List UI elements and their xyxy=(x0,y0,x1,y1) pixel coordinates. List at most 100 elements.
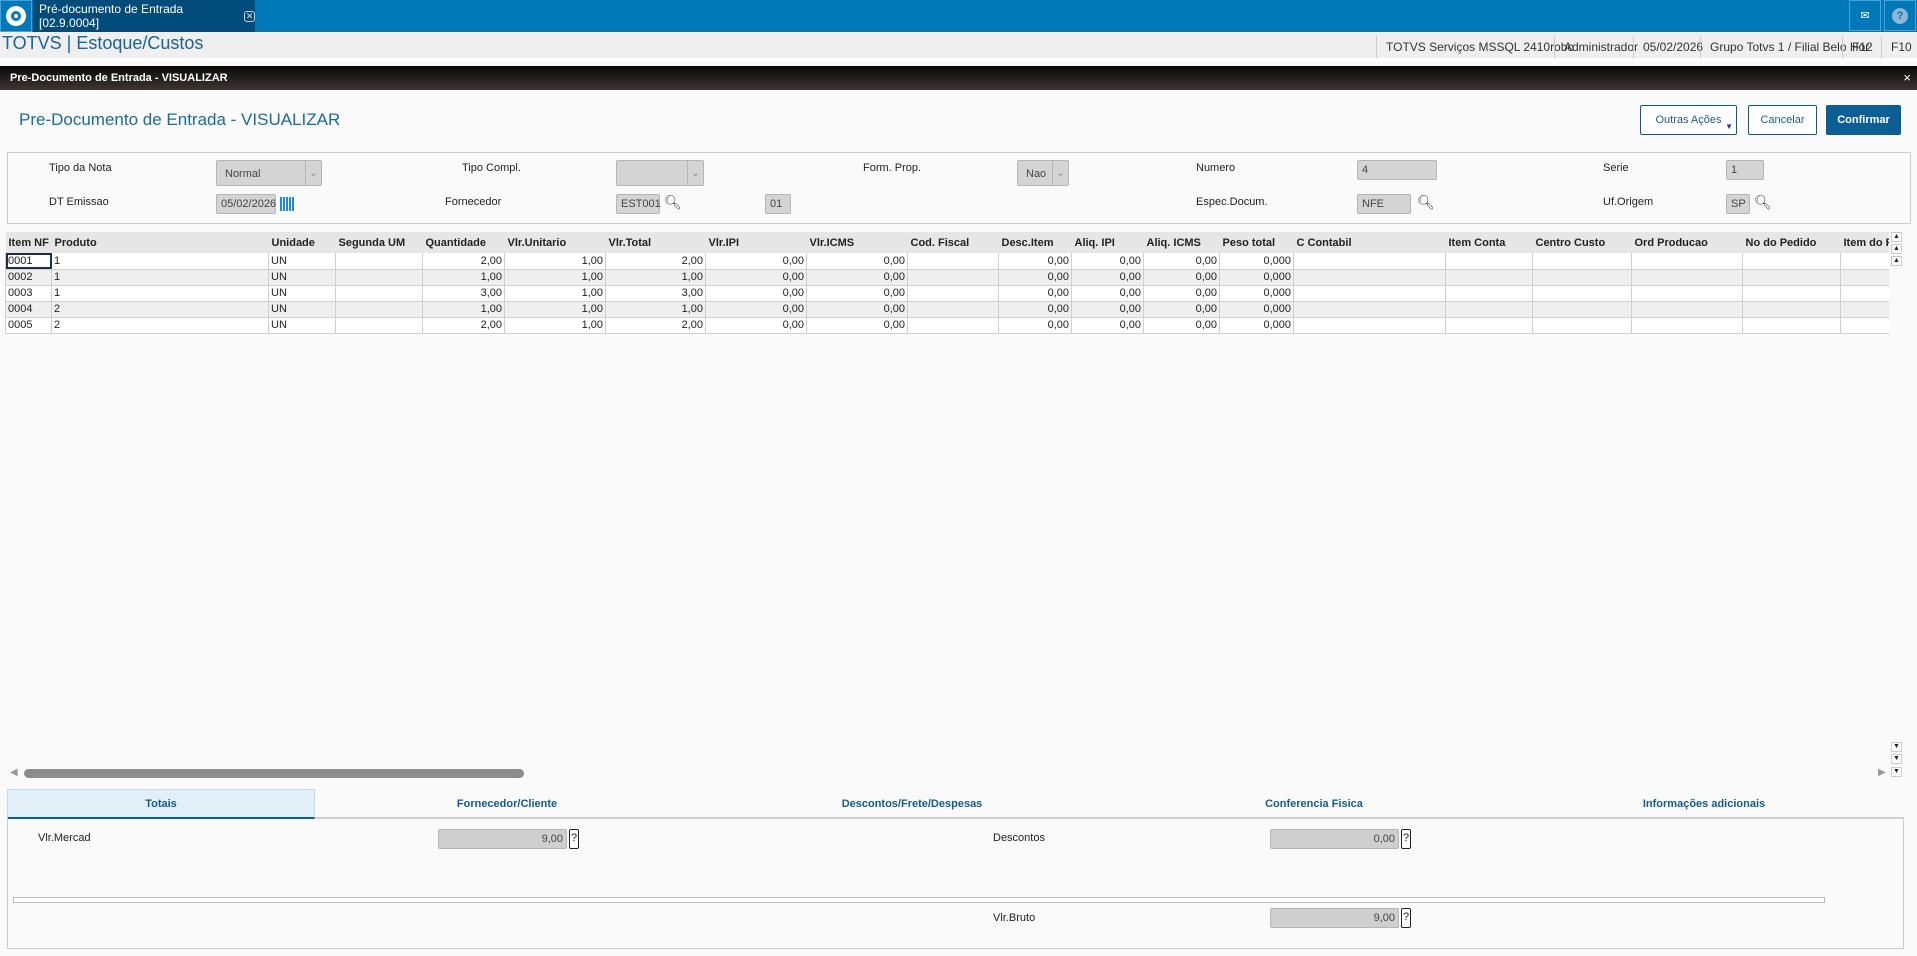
column-header[interactable]: Ord Producao xyxy=(1631,232,1743,253)
table-cell[interactable]: 0,00 xyxy=(705,301,807,318)
column-header[interactable]: Peso total xyxy=(1219,232,1294,253)
table-cell[interactable] xyxy=(1631,301,1743,318)
numero-field[interactable]: 4 xyxy=(1357,160,1437,180)
column-header[interactable]: Produto xyxy=(51,232,269,253)
table-cell[interactable]: 0002 xyxy=(5,269,52,286)
table-cell[interactable]: 1,00 xyxy=(504,269,606,286)
column-header[interactable]: Quantidade xyxy=(422,232,505,253)
table-row[interactable]: 0005 2 UN 2,00 1,00 2,00 0,00 0,00 0,00 0,00 0,00 0… xyxy=(5,317,1889,334)
table-cell[interactable]: 0001 xyxy=(5,253,52,270)
table-cell[interactable] xyxy=(1631,285,1743,302)
table-cell[interactable]: 0,000 xyxy=(1219,269,1294,286)
scroll-top-button[interactable]: ▲ xyxy=(1891,232,1902,242)
table-cell[interactable] xyxy=(1840,285,1889,302)
close-tab-icon[interactable]: ✕ xyxy=(244,10,255,22)
table-cell[interactable]: 0,00 xyxy=(1071,269,1144,286)
table-cell[interactable]: 2,00 xyxy=(605,253,706,270)
fornecedor-field[interactable]: EST001 xyxy=(616,194,661,214)
totvs-logo-icon[interactable] xyxy=(0,0,32,32)
table-cell[interactable]: 0,00 xyxy=(1143,317,1220,334)
table-cell[interactable]: 1,00 xyxy=(504,253,606,270)
table-cell[interactable] xyxy=(1840,317,1889,334)
table-cell[interactable] xyxy=(907,253,999,270)
table-cell[interactable]: 0,00 xyxy=(1071,317,1144,334)
table-cell[interactable]: 3,00 xyxy=(422,285,505,302)
column-header[interactable]: Vlr.Total xyxy=(605,232,706,253)
tipo-nota-select[interactable]: Normal ⌄ xyxy=(216,160,322,186)
table-cell[interactable]: 2,00 xyxy=(422,317,505,334)
table-cell[interactable] xyxy=(1742,301,1841,318)
table-cell[interactable] xyxy=(1445,301,1533,318)
table-cell[interactable] xyxy=(1293,253,1446,270)
table-row[interactable]: 0001 1 UN 2,00 1,00 2,00 0,00 0,00 0,00 0,00 0,00 0… xyxy=(5,253,1889,270)
table-cell[interactable]: 0,000 xyxy=(1219,301,1294,318)
table-cell[interactable] xyxy=(907,285,999,302)
mail-icon[interactable]: ✉ xyxy=(1849,0,1881,31)
table-cell[interactable] xyxy=(1293,317,1446,334)
table-cell[interactable]: 0005 xyxy=(5,317,52,334)
table-cell[interactable]: 0,00 xyxy=(705,253,807,270)
vlr-mercad-field[interactable]: 9,00 xyxy=(438,829,567,849)
table-cell[interactable]: 0,00 xyxy=(998,269,1072,286)
tab-informacoes-adicionais[interactable]: Informações adicionais xyxy=(1604,789,1804,819)
confirm-button[interactable]: Confirmar xyxy=(1826,105,1901,135)
table-cell[interactable] xyxy=(335,317,423,334)
table-cell[interactable]: 1,00 xyxy=(422,269,505,286)
table-cell[interactable] xyxy=(1631,317,1743,334)
f10-button[interactable]: F10 xyxy=(1881,36,1917,58)
table-cell[interactable] xyxy=(335,285,423,302)
table-cell[interactable]: 0004 xyxy=(5,301,52,318)
scroll-page-up-button[interactable]: ▲ xyxy=(1891,244,1902,254)
column-header[interactable]: Cod. Fiscal xyxy=(907,232,999,253)
table-cell[interactable] xyxy=(1840,301,1889,318)
table-cell[interactable] xyxy=(335,253,423,270)
table-cell[interactable]: 1,00 xyxy=(422,301,505,318)
espec-docum-field[interactable]: NFE xyxy=(1357,194,1411,214)
tab-descontos-frete-despesas[interactable]: Descontos/Frete/Despesas xyxy=(812,789,1012,819)
search-icon[interactable]: 🔍︎ xyxy=(1754,194,1772,211)
items-grid[interactable]: Item NF Produto Unidade Segunda UM Quantidad… xyxy=(5,232,1889,742)
table-cell[interactable]: 0,00 xyxy=(705,285,807,302)
table-cell[interactable]: UN xyxy=(268,253,336,270)
table-cell[interactable]: UN xyxy=(268,317,336,334)
vlr-bruto-field[interactable]: 9,00 xyxy=(1270,908,1399,928)
table-cell[interactable] xyxy=(1445,253,1533,270)
tab-pre-documento[interactable]: Pré-documento de Entrada [02.9.0004] ✕ xyxy=(33,0,255,32)
table-cell[interactable]: 0,00 xyxy=(998,301,1072,318)
help-button[interactable]: ? xyxy=(569,829,579,849)
table-cell[interactable]: 0,00 xyxy=(998,317,1072,334)
tipo-compl-select[interactable]: ⌄ xyxy=(616,160,704,186)
column-header[interactable]: Centro Custo xyxy=(1532,232,1632,253)
table-cell[interactable] xyxy=(1742,317,1841,334)
calendar-icon[interactable] xyxy=(280,197,294,211)
table-cell[interactable]: 0,00 xyxy=(1143,285,1220,302)
table-cell[interactable] xyxy=(907,317,999,334)
other-actions-button[interactable]: Outras Ações ▼ xyxy=(1640,105,1737,135)
table-cell[interactable] xyxy=(1532,285,1632,302)
horizontal-scrollbar-thumb[interactable] xyxy=(24,769,524,778)
tab-totais[interactable]: Totais xyxy=(7,789,315,819)
table-cell[interactable]: 0,00 xyxy=(806,253,908,270)
table-cell[interactable] xyxy=(1532,317,1632,334)
table-cell[interactable]: 0,00 xyxy=(1143,269,1220,286)
column-header[interactable]: Item Conta xyxy=(1445,232,1533,253)
table-cell[interactable] xyxy=(1742,253,1841,270)
table-cell[interactable]: 2,00 xyxy=(605,317,706,334)
help-button[interactable]: ? xyxy=(1401,829,1411,849)
table-cell[interactable] xyxy=(907,269,999,286)
column-header[interactable]: No do Pedido xyxy=(1742,232,1841,253)
table-cell[interactable] xyxy=(1293,301,1446,318)
search-icon[interactable]: 🔍︎ xyxy=(664,194,682,211)
column-header[interactable]: Vlr.ICMS xyxy=(806,232,908,253)
table-cell[interactable]: 0,00 xyxy=(1071,301,1144,318)
table-cell[interactable] xyxy=(1445,317,1533,334)
table-cell[interactable] xyxy=(335,269,423,286)
table-cell[interactable]: 1 xyxy=(51,285,269,302)
descontos-field[interactable]: 0,00 xyxy=(1270,829,1399,849)
table-cell[interactable] xyxy=(1445,285,1533,302)
table-row[interactable]: 0002 1 UN 1,00 1,00 1,00 0,00 0,00 0,00 0,00 0,00 0… xyxy=(5,269,1889,286)
table-cell[interactable] xyxy=(1840,253,1889,270)
column-header[interactable]: Vlr.Unitario xyxy=(504,232,606,253)
table-cell[interactable]: 0,000 xyxy=(1219,317,1294,334)
table-cell[interactable]: 0,000 xyxy=(1219,253,1294,270)
